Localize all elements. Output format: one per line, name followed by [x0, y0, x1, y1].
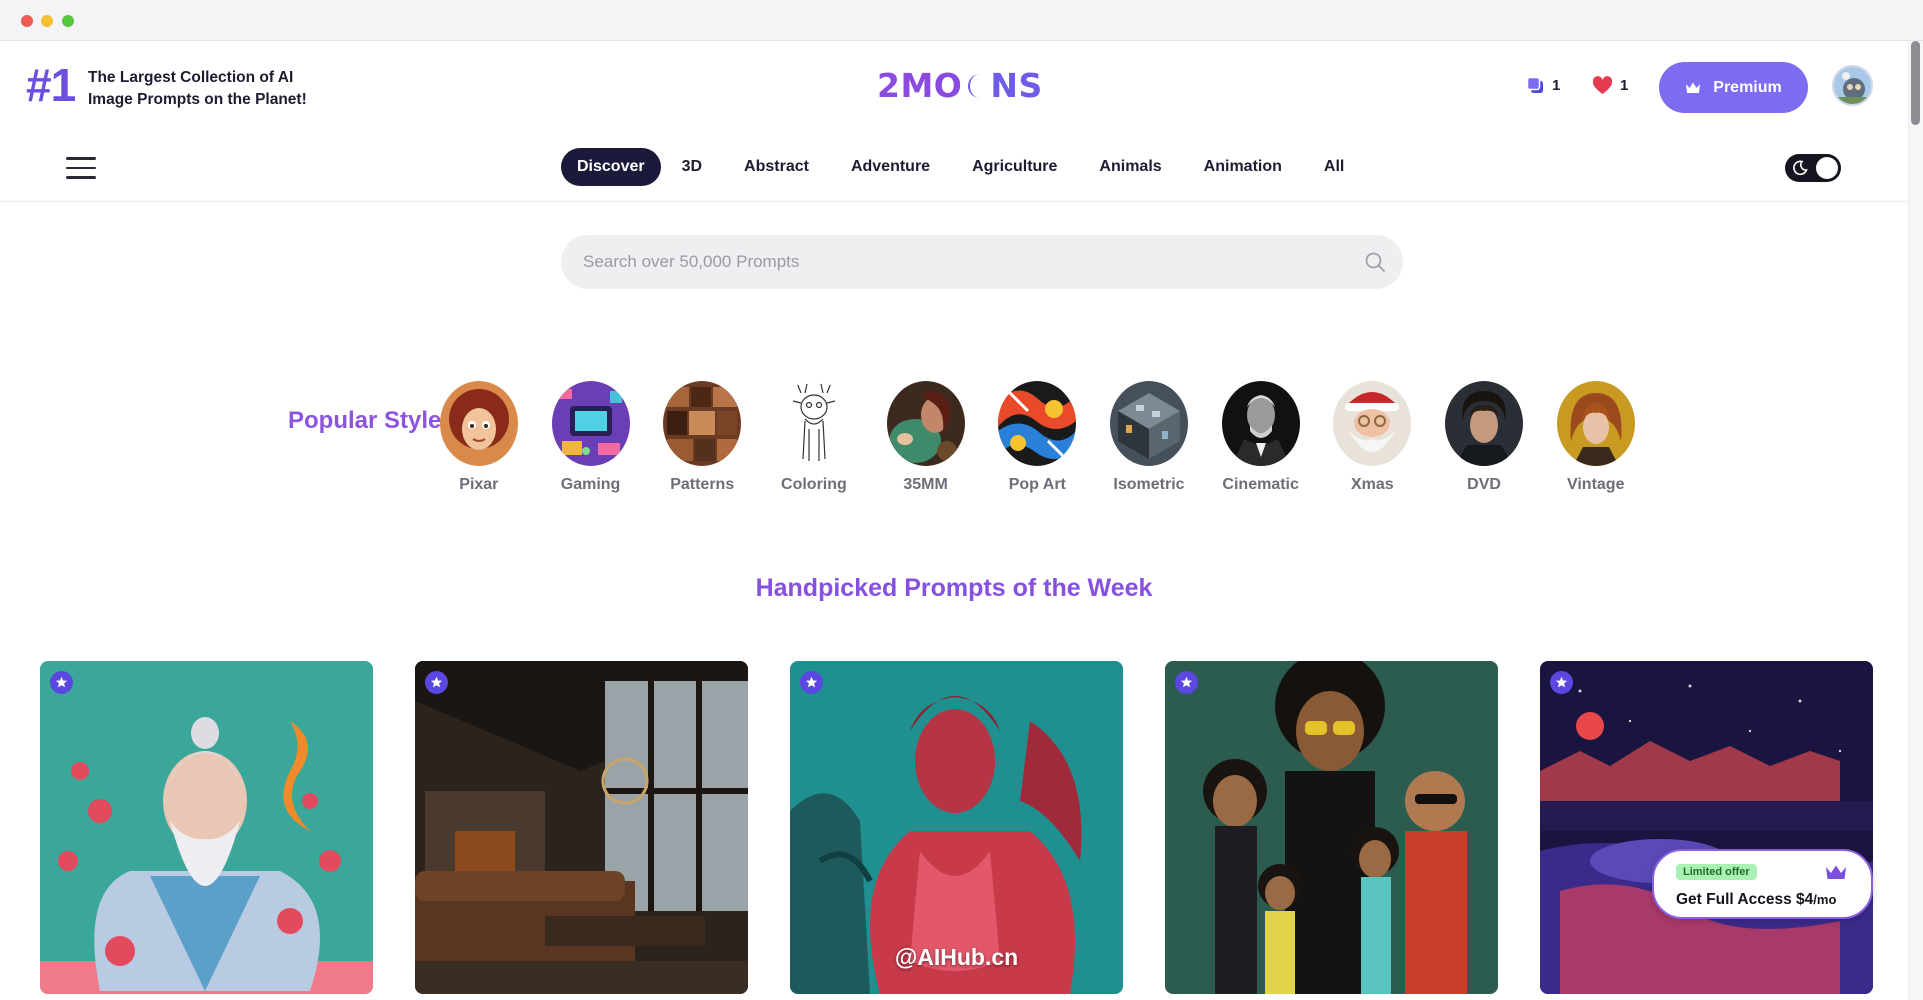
site-tagline: The Largest Collection of AI Image Promp…	[88, 69, 307, 108]
prompt-image	[1165, 661, 1498, 994]
nav-tab-all[interactable]: All	[1303, 148, 1365, 186]
scrollbar-thumb[interactable]	[1911, 41, 1920, 125]
style-thumbnail	[551, 381, 630, 466]
style-label: 35MM	[903, 476, 948, 493]
site-logo[interactable]: 2MO NS	[877, 66, 1043, 106]
prompt-image	[1540, 661, 1873, 994]
style-thumbnail	[886, 381, 965, 466]
style-thumbnail	[1221, 381, 1300, 466]
vertical-scrollbar[interactable]	[1908, 41, 1923, 1000]
copied-count: 1	[1552, 77, 1561, 94]
style-thumbnail	[998, 381, 1077, 466]
maximize-window-button[interactable]	[62, 15, 74, 27]
star-icon	[1175, 671, 1198, 694]
logo-text-left: 2MO	[877, 66, 963, 105]
moon-icon	[1793, 160, 1808, 176]
style-thumbnail	[1445, 381, 1524, 466]
search-input[interactable]	[583, 235, 1343, 289]
style-thumbnail	[439, 381, 518, 466]
prompt-image	[40, 661, 373, 994]
style-label: DVD	[1467, 476, 1501, 493]
limited-offer-popup[interactable]: Limited offer Get Full Access $4/mo	[1652, 849, 1873, 919]
nav-tab-3d[interactable]: 3D	[661, 148, 723, 186]
star-icon	[800, 671, 823, 694]
crown-icon	[1826, 865, 1846, 879]
prompt-card[interactable]	[40, 661, 373, 994]
favorites-counter[interactable]: 1	[1592, 76, 1628, 95]
style-thumbnail	[1333, 381, 1412, 466]
handpicked-section-title: Handpicked Prompts of the Week	[755, 574, 1153, 602]
style-label: Coloring	[781, 476, 847, 493]
style-pixar[interactable]: Pixar	[423, 381, 535, 494]
prompt-card[interactable]	[1165, 661, 1498, 994]
star-icon	[1550, 671, 1573, 694]
menu-icon[interactable]	[66, 157, 96, 179]
nav-tab-discover[interactable]: Discover	[561, 148, 661, 186]
style-patterns[interactable]: Patterns	[646, 381, 758, 494]
style-label: Gaming	[560, 476, 621, 493]
header-divider	[0, 201, 1908, 202]
offer-period: /mo	[1813, 892, 1837, 907]
style-dvd[interactable]: DVD	[1428, 381, 1540, 494]
prompt-card[interactable]	[1540, 661, 1873, 994]
category-nav: Discover 3D Abstract Adventure Agricultu…	[561, 148, 1365, 186]
close-window-button[interactable]	[21, 15, 33, 27]
popular-styles-list: Pixar Gaming Patterns Coloring 35MM Pop …	[423, 381, 1652, 494]
nav-tab-abstract[interactable]: Abstract	[723, 148, 830, 186]
style-label: Isometric	[1113, 476, 1185, 493]
search-icon[interactable]	[1364, 251, 1386, 273]
style-label: Cinematic	[1222, 476, 1299, 493]
logo-text-right: NS	[990, 66, 1043, 105]
nav-tab-agriculture[interactable]: Agriculture	[951, 148, 1078, 186]
handpicked-cards: @AIHub.cn	[40, 661, 1873, 994]
window-titlebar	[0, 0, 1923, 41]
style-isometric[interactable]: Isometric	[1093, 381, 1205, 494]
style-cinematic[interactable]: Cinematic	[1205, 381, 1317, 494]
style-coloring[interactable]: Coloring	[758, 381, 870, 494]
heart-icon	[1592, 76, 1613, 94]
user-avatar[interactable]	[1832, 65, 1873, 106]
toggle-knob	[1816, 157, 1838, 179]
style-label: Vintage	[1566, 476, 1625, 493]
offer-price: Get Full Access $4	[1676, 891, 1814, 908]
minimize-window-button[interactable]	[41, 15, 53, 27]
limited-offer-badge: Limited offer	[1676, 864, 1757, 880]
dark-mode-toggle[interactable]	[1785, 154, 1841, 182]
style-vintage[interactable]: Vintage	[1540, 381, 1652, 494]
get-full-access-text: Get Full Access $4/mo	[1676, 891, 1836, 909]
nav-tab-animation[interactable]: Animation	[1183, 148, 1303, 186]
style-thumbnail	[1556, 381, 1635, 466]
nav-tab-adventure[interactable]: Adventure	[830, 148, 951, 186]
crown-icon	[1686, 82, 1701, 93]
favorites-count: 1	[1620, 77, 1629, 94]
premium-button[interactable]: Premium	[1659, 62, 1808, 113]
style-thumbnail	[1109, 381, 1188, 466]
style-xmas[interactable]: Xmas	[1317, 381, 1429, 494]
premium-label: Premium	[1713, 78, 1782, 96]
prompt-card[interactable]: @AIHub.cn	[790, 661, 1123, 994]
star-icon	[425, 671, 448, 694]
style-label: Patterns	[670, 476, 735, 493]
style-35mm[interactable]: 35MM	[870, 381, 982, 494]
style-pop-art[interactable]: Pop Art	[981, 381, 1093, 494]
style-gaming[interactable]: Gaming	[535, 381, 647, 494]
style-thumbnail	[663, 381, 742, 466]
style-thumbnail	[774, 381, 853, 466]
nav-tab-animals[interactable]: Animals	[1078, 148, 1182, 186]
star-icon	[50, 671, 73, 694]
search-bar	[561, 235, 1403, 289]
style-label: Pop Art	[1008, 476, 1066, 493]
moon-logo-icon	[968, 74, 981, 98]
rank-badge: #1	[26, 59, 76, 111]
prompt-image	[415, 661, 748, 994]
copy-icon	[1526, 76, 1543, 93]
style-label: Pixar	[459, 476, 499, 493]
prompt-card[interactable]	[415, 661, 748, 994]
copied-prompts-counter[interactable]: 1	[1526, 76, 1560, 95]
watermark-text: @AIHub.cn	[894, 944, 1019, 970]
style-label: Xmas	[1350, 476, 1394, 493]
